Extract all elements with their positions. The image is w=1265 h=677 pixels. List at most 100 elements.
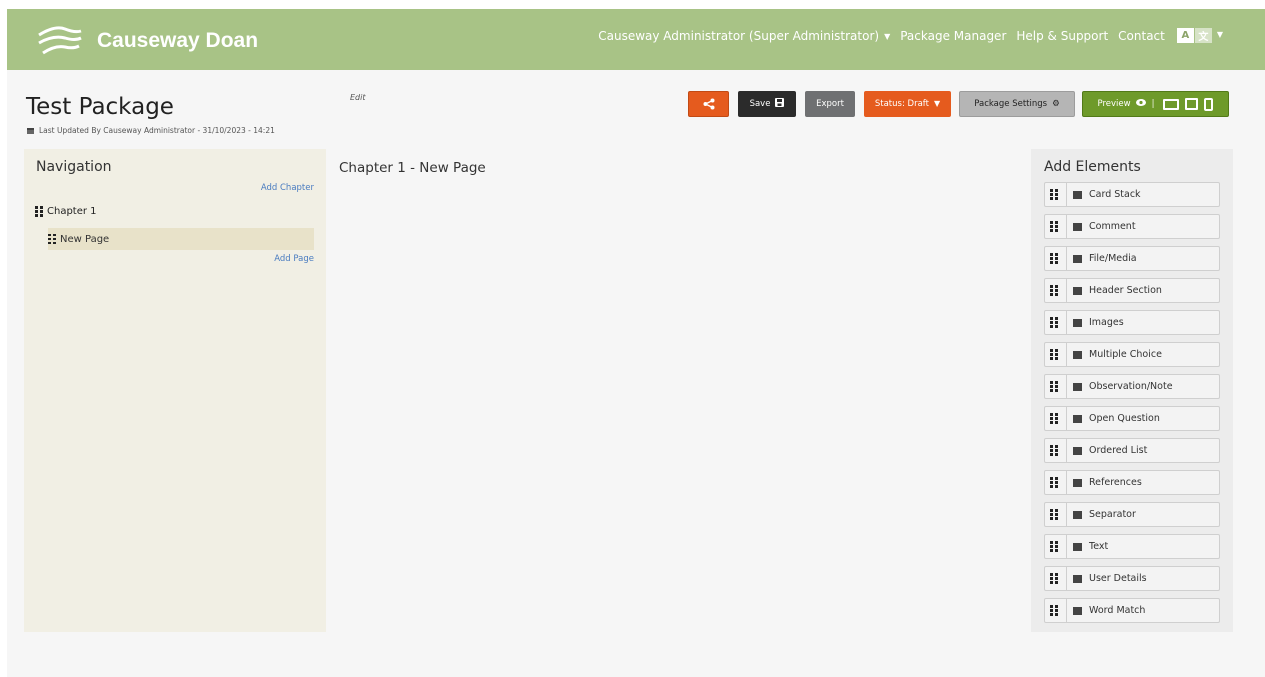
nav-package-manager[interactable]: Package Manager xyxy=(900,29,1006,43)
element-label: File/Media xyxy=(1089,253,1137,264)
add-elements-heading: Add Elements xyxy=(1044,159,1141,175)
element-item[interactable]: Comment xyxy=(1044,214,1220,239)
package-settings-button[interactable]: Package Settings ⚙ xyxy=(959,91,1075,117)
add-chapter-link[interactable]: Add Chapter xyxy=(261,183,314,193)
element-type-icon xyxy=(1073,606,1082,615)
app-frame: Causeway Doan Causeway Administrator (Su… xyxy=(7,9,1265,677)
drag-handle-icon[interactable] xyxy=(1045,343,1067,366)
drag-handle-icon[interactable] xyxy=(1045,567,1067,590)
save-button[interactable]: Save xyxy=(738,91,796,117)
divider: | xyxy=(1151,99,1155,109)
element-type-icon xyxy=(1073,286,1082,295)
element-type-icon xyxy=(1073,190,1082,199)
caret-down-icon: ▼ xyxy=(933,98,941,108)
element-type-icon xyxy=(1073,510,1082,519)
element-type-icon xyxy=(1073,222,1082,231)
language-icon-b: 文 xyxy=(1194,28,1212,43)
element-label: Multiple Choice xyxy=(1089,349,1162,360)
element-label: Word Match xyxy=(1089,605,1146,616)
page-item[interactable]: New Page xyxy=(48,228,314,250)
element-label: Open Question xyxy=(1089,413,1160,424)
nav-contact[interactable]: Contact xyxy=(1118,29,1165,43)
navigation-panel: Navigation Add Chapter Chapter 1 New Pag… xyxy=(24,149,326,632)
drag-handle-icon[interactable] xyxy=(1045,247,1067,270)
drag-handle-icon[interactable] xyxy=(1045,439,1067,462)
element-type-icon xyxy=(1073,350,1082,359)
status-dropdown[interactable]: Status: Draft ▼ xyxy=(864,91,951,117)
last-updated: Last Updated By Causeway Administrator -… xyxy=(27,126,275,135)
drag-handle-icon[interactable] xyxy=(1045,375,1067,398)
element-item[interactable]: File/Media xyxy=(1044,246,1220,271)
causeway-logo-icon xyxy=(38,26,82,55)
element-item[interactable]: Ordered List xyxy=(1044,438,1220,463)
content-title: Chapter 1 - New Page xyxy=(339,160,486,176)
drag-handle-icon[interactable] xyxy=(1045,407,1067,430)
desktop-icon[interactable] xyxy=(1163,98,1180,110)
save-label: Save xyxy=(749,99,771,109)
tablet-icon[interactable] xyxy=(1185,98,1199,110)
drag-handle-icon[interactable] xyxy=(1045,471,1067,494)
top-navigation: Causeway Administrator (Super Administra… xyxy=(588,28,1223,43)
eye-icon xyxy=(1135,99,1146,109)
drag-handle-icon[interactable] xyxy=(1045,183,1067,206)
element-label: User Details xyxy=(1089,573,1147,584)
element-label: Text xyxy=(1089,541,1109,552)
last-updated-text: Last Updated By Causeway Administrator -… xyxy=(39,126,275,135)
element-label: Separator xyxy=(1089,509,1136,520)
share-button[interactable] xyxy=(688,91,729,117)
save-icon xyxy=(775,98,785,110)
element-item[interactable]: Separator xyxy=(1044,502,1220,527)
drag-handle-icon[interactable] xyxy=(1045,535,1067,558)
language-selector[interactable]: A 文 ▼ xyxy=(1176,28,1223,43)
element-label: Observation/Note xyxy=(1089,381,1173,392)
element-label: References xyxy=(1089,477,1142,488)
caret-down-icon: ▼ xyxy=(1216,30,1223,39)
element-item[interactable]: Word Match xyxy=(1044,598,1220,623)
share-icon xyxy=(703,98,714,110)
user-menu-label: Causeway Administrator (Super Administra… xyxy=(598,28,880,43)
element-item[interactable]: Open Question xyxy=(1044,406,1220,431)
nav-help-support[interactable]: Help & Support xyxy=(1016,29,1108,43)
element-label: Comment xyxy=(1089,221,1136,232)
element-label: Header Section xyxy=(1089,285,1162,296)
language-icon-a: A xyxy=(1176,28,1194,43)
element-item[interactable]: User Details xyxy=(1044,566,1220,591)
preview-button[interactable]: Preview | xyxy=(1082,91,1229,117)
add-page-link[interactable]: Add Page xyxy=(274,254,314,264)
element-item[interactable]: Header Section xyxy=(1044,278,1220,303)
element-type-icon xyxy=(1073,382,1082,391)
element-label: Images xyxy=(1089,317,1124,328)
mobile-icon[interactable] xyxy=(1204,97,1214,111)
preview-label: Preview xyxy=(1097,99,1131,109)
user-menu[interactable]: Causeway Administrator (Super Administra… xyxy=(598,29,890,43)
export-button[interactable]: Export xyxy=(805,91,855,117)
brand-name: Causeway Doan xyxy=(97,29,259,52)
chapter-item[interactable]: Chapter 1 xyxy=(35,206,97,217)
element-item[interactable]: Images xyxy=(1044,310,1220,335)
element-item[interactable]: References xyxy=(1044,470,1220,495)
drag-handle-icon[interactable] xyxy=(1045,279,1067,302)
drag-handle-icon[interactable] xyxy=(1045,311,1067,334)
drag-handle-icon[interactable] xyxy=(1045,503,1067,526)
top-bar: Causeway Doan Causeway Administrator (Su… xyxy=(7,9,1265,70)
drag-handle-icon[interactable] xyxy=(35,206,43,217)
drag-handle-icon[interactable] xyxy=(1045,599,1067,622)
drag-handle-icon[interactable] xyxy=(48,233,56,245)
element-type-icon xyxy=(1073,446,1082,455)
element-item[interactable]: Card Stack xyxy=(1044,182,1220,207)
caret-down-icon: ▼ xyxy=(884,31,891,41)
edit-link[interactable]: Edit xyxy=(350,93,366,102)
element-item[interactable]: Multiple Choice xyxy=(1044,342,1220,367)
gear-icon: ⚙ xyxy=(1052,99,1060,109)
element-type-icon xyxy=(1073,542,1082,551)
status-label: Status: Draft xyxy=(874,99,929,109)
element-type-icon xyxy=(1073,414,1082,423)
page-label: New Page xyxy=(60,233,110,245)
element-item[interactable]: Text xyxy=(1044,534,1220,559)
element-type-icon xyxy=(1073,318,1082,327)
brand-logo[interactable]: Causeway Doan xyxy=(35,23,258,59)
drag-handle-icon[interactable] xyxy=(1045,215,1067,238)
element-item[interactable]: Observation/Note xyxy=(1044,374,1220,399)
calendar-icon xyxy=(27,127,34,134)
element-label: Ordered List xyxy=(1089,445,1148,456)
